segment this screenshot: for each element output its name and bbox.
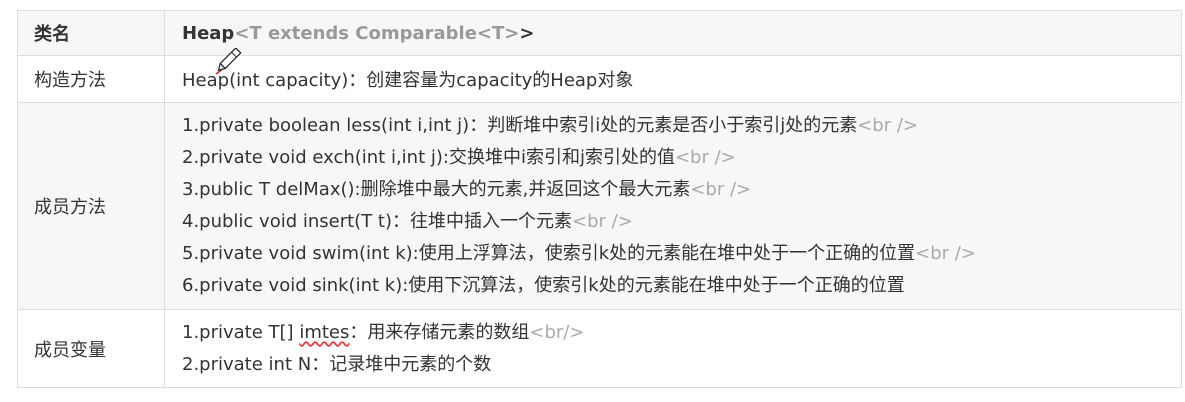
- field-text: 1.private T[]: [182, 321, 300, 343]
- pen-cursor-icon: [215, 48, 242, 75]
- class-name-text: Heap: [182, 22, 235, 44]
- cell-key-constructor: 构造方法: [17, 55, 165, 103]
- br-tag-text: <br/>: [529, 321, 585, 343]
- method-line: 3.public T delMax():删除堆中最大的元素,并返回这个最大元素<…: [182, 174, 1181, 206]
- table-row-constructor: 构造方法 Heap(int capacity)：创建容量为capacity的He…: [17, 55, 1182, 103]
- method-text: 3.public T delMax():删除堆中最大的元素,并返回这个最大元素: [182, 179, 691, 200]
- cell-classname-value[interactable]: Heap<T extends Comparable<T>>: [164, 10, 1182, 56]
- misspelled-word[interactable]: imtes: [299, 322, 349, 343]
- field-text: ：用来存储元素的数组: [349, 321, 530, 343]
- method-text: 2.private void exch(int i,int j):交换堆中i索引…: [182, 147, 675, 168]
- cell-fields-value[interactable]: 1.private T[] imtes：用来存储元素的数组<br/> 2.pri…: [164, 309, 1182, 388]
- cell-key-methods: 成员方法: [17, 102, 165, 310]
- method-text: 6.private void sink(int k):使用下沉算法，使索引k处的…: [182, 275, 905, 296]
- cell-key-fields: 成员变量: [17, 309, 165, 388]
- table-row-methods: 成员方法 1.private boolean less(int i,int j)…: [17, 102, 1182, 310]
- field-line: 2.private int N：记录堆中元素的个数: [182, 353, 492, 375]
- method-line: 4.public void insert(T t)：往堆中插入一个元素<br /…: [182, 206, 1181, 238]
- method-line: 5.private void swim(int k):使用上浮算法，使索引k处的…: [182, 238, 1181, 270]
- br-tag-text: <br />: [690, 179, 752, 200]
- table-row-classname: 类名 Heap<T extends Comparable<T>>: [17, 10, 1182, 56]
- api-table: 类名 Heap<T extends Comparable<T>> 构造方法 He…: [17, 10, 1182, 388]
- method-text: 4.public void insert(T t)：往堆中插入一个元素: [182, 211, 573, 232]
- br-tag-text: <br />: [915, 243, 976, 264]
- method-text: 1.private boolean less(int i,int j)：判断堆中…: [182, 115, 858, 136]
- method-text: 5.private void swim(int k):使用上浮算法，使索引k处的…: [182, 243, 916, 264]
- br-tag-text: <br />: [857, 115, 918, 136]
- cell-key-classname: 类名: [17, 10, 165, 56]
- cell-constructor-value[interactable]: Heap(int capacity)：创建容量为capacity的Heap对象: [164, 55, 1182, 103]
- br-tag-text: <br />: [572, 211, 633, 232]
- br-tag-text: <br />: [674, 147, 736, 168]
- table-row-fields: 成员变量 1.private T[] imtes：用来存储元素的数组<br/> …: [17, 309, 1182, 388]
- cell-methods-value[interactable]: 1.private boolean less(int i,int j)：判断堆中…: [164, 102, 1182, 310]
- method-line: 6.private void sink(int k):使用下沉算法，使索引k处的…: [182, 270, 1181, 302]
- field-line: 1.private T[] imtes：用来存储元素的数组<br/>: [182, 317, 1181, 349]
- method-line: 2.private void exch(int i,int j):交换堆中i索引…: [182, 142, 1181, 174]
- generic-type-text: <T extends Comparable<T>: [234, 22, 520, 44]
- generic-close-text: >: [519, 22, 535, 44]
- method-line: 1.private boolean less(int i,int j)：判断堆中…: [182, 110, 1181, 142]
